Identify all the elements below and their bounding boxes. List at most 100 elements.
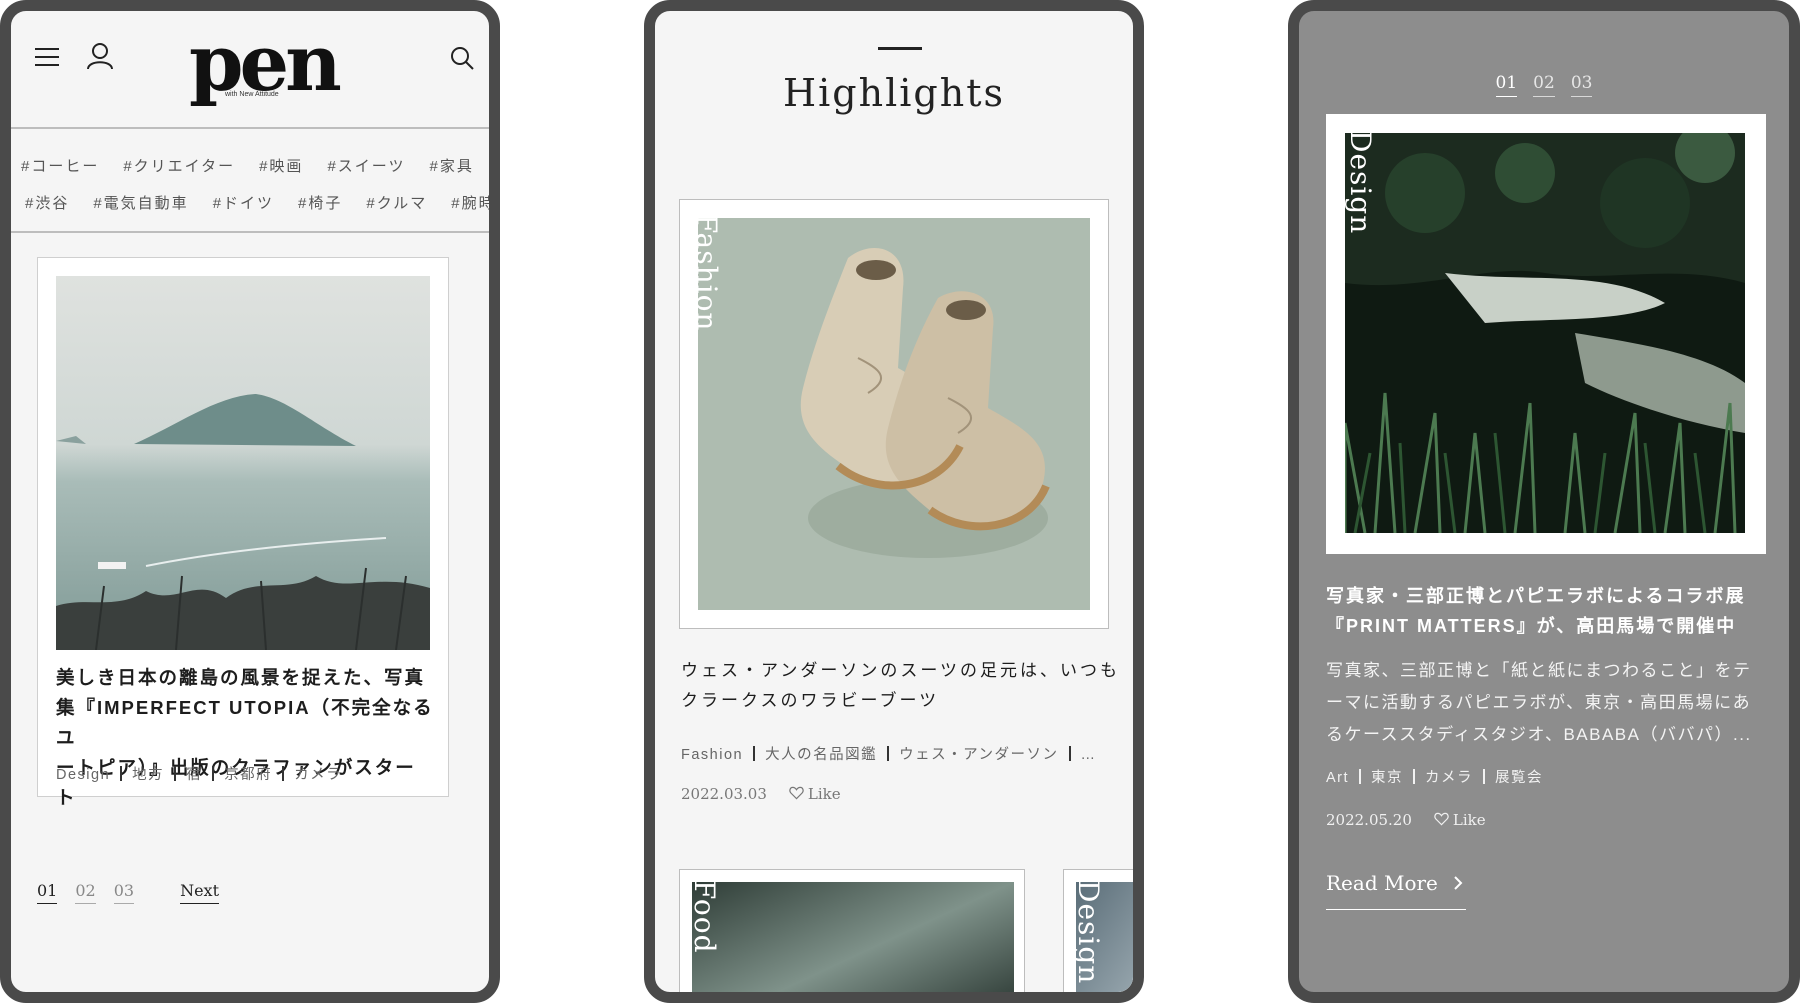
slide-link[interactable]: 01 <box>1495 73 1518 97</box>
article-tag[interactable]: 京都府 <box>224 767 272 783</box>
excerpt-line: るケーススタディスタジオ、BABABA（ババパ）... <box>1326 725 1752 744</box>
tag-link[interactable]: #椅子 <box>298 192 342 212</box>
slide-link[interactable]: 03 <box>1570 73 1593 97</box>
article-tag[interactable]: Design <box>56 767 110 783</box>
article-tag[interactable]: 宿 <box>186 767 202 783</box>
slide-title-line: 『PRINT MATTERS』が、高田馬場で開催中 <box>1326 616 1737 636</box>
chevron-right-icon <box>1454 876 1463 890</box>
read-more-button[interactable]: Read More <box>1326 871 1466 910</box>
user-account-icon[interactable] <box>85 41 115 71</box>
boots-photo[interactable] <box>698 218 1090 610</box>
heart-icon <box>1434 812 1449 826</box>
phone-screen-highlights: Highlights Fashion ウェス・アンダーソンのスーツの足元は、いつ… <box>644 0 1144 1003</box>
forest-photo[interactable] <box>1345 133 1745 533</box>
island-photo[interactable] <box>56 276 430 650</box>
more-tags[interactable]: … <box>1081 747 1097 763</box>
logo-tagline: with New Attitude <box>225 91 279 98</box>
tag-link[interactable]: #映画 <box>259 155 303 175</box>
highlight-tag[interactable]: 大人の名品図鑑 <box>765 747 877 763</box>
like-label: Like <box>1452 811 1486 829</box>
tag-separator <box>1413 769 1416 784</box>
highlight-card[interactable]: Fashion <box>679 199 1109 629</box>
page-link[interactable]: 01 <box>37 881 58 904</box>
section-title: Highlights <box>783 71 1005 115</box>
tag-link[interactable]: #コーヒー <box>21 155 99 175</box>
slide-tag[interactable]: Art <box>1326 770 1349 786</box>
highlight-tag[interactable]: ウェス・アンダーソン <box>899 747 1058 763</box>
tag-separator <box>1359 769 1362 784</box>
article-title-line: 美しき日本の離島の風景を捉えた、写真 <box>56 667 426 688</box>
slide-card[interactable]: Design <box>1326 114 1766 554</box>
tag-separator <box>753 746 756 761</box>
article-tag[interactable]: カメラ <box>294 767 342 783</box>
slide-tag[interactable]: 東京 <box>1371 770 1403 786</box>
article-tag[interactable]: 地方 <box>132 767 164 783</box>
tag-link[interactable]: #スイーツ <box>327 155 405 175</box>
category-label: Fashion <box>690 214 723 332</box>
food-card[interactable]: Food <box>679 869 1025 1003</box>
slide-link[interactable]: 02 <box>1533 73 1555 97</box>
pagination: 01 02 03 Next <box>37 881 237 904</box>
highlight-tag[interactable]: Fashion <box>681 747 743 763</box>
article-title[interactable]: 美しき日本の離島の風景を捉えた、写真 集『IMPERFECT UTOPIA（不完… <box>56 663 436 813</box>
category-label: Design <box>1072 880 1105 985</box>
hamburger-menu-icon[interactable] <box>35 47 61 67</box>
page-link[interactable]: 03 <box>113 881 135 904</box>
tag-separator <box>1068 746 1071 761</box>
highlight-title-line: ウェス・アンダーソンのスーツの足元は、いつも <box>681 661 1120 680</box>
header-divider <box>11 127 489 129</box>
slide-tags: Art 東京 カメラ 展覧会 <box>1326 766 1543 787</box>
tag-link[interactable]: #クルマ <box>366 192 427 212</box>
category-label: Design <box>1344 130 1377 235</box>
tag-separator <box>1483 769 1486 784</box>
like-button[interactable]: Like <box>789 785 841 803</box>
publish-date: 2022.03.03 <box>681 785 767 803</box>
like-label: Like <box>807 785 841 803</box>
tags-divider <box>11 231 489 233</box>
title-dash <box>878 47 922 50</box>
excerpt-line: ーマに活動するパピエラボが、東京・高田馬場にあ <box>1326 693 1752 712</box>
tag-row-1: #コーヒー #クリエイター #映画 #スイーツ #家具 <box>21 155 489 175</box>
highlight-tags: Fashion 大人の名品図鑑 ウェス・アンダーソン … <box>681 743 1097 764</box>
publish-date: 2022.05.20 <box>1326 811 1412 829</box>
phone-screen-home: pen with New Attitude #コーヒー #クリエイター #映画 #スイ… <box>0 0 500 1003</box>
site-header: pen with New Attitude <box>11 11 489 127</box>
article-card[interactable]: 美しき日本の離島の風景を捉えた、写真 集『IMPERFECT UTOPIA（不完… <box>37 257 449 808</box>
search-icon[interactable] <box>449 45 475 71</box>
highlight-meta: 2022.03.03 Like <box>681 785 841 803</box>
highlight-title[interactable]: ウェス・アンダーソンのスーツの足元は、いつも クラークスのワラビーブーツ <box>681 656 1121 716</box>
tag-separator <box>887 746 890 761</box>
phone-screen-article-slide: 01 02 03 Design 写真家・三部正博とパピエラボによるコラボ展 『PRI… <box>1288 0 1800 1003</box>
article-tags: Design 地方 宿 京都府 カメラ <box>56 763 342 784</box>
pen-logo[interactable]: pen with New Attitude <box>189 19 342 119</box>
category-label: Food <box>688 880 721 954</box>
tag-link[interactable]: #家具 <box>429 155 473 175</box>
tag-separator <box>282 766 285 781</box>
next-link[interactable]: Next <box>180 881 219 904</box>
slide-excerpt: 写真家、三部正博と「紙と紙にまつわること」をテ ーマに活動するパピエラボが、東京… <box>1326 655 1776 751</box>
tag-separator <box>212 766 215 781</box>
page-link[interactable]: 02 <box>75 881 96 904</box>
slide-tag[interactable]: 展覧会 <box>1495 770 1543 786</box>
highlight-title-line: クラークスのワラビーブーツ <box>681 691 940 710</box>
like-button[interactable]: Like <box>1434 811 1486 829</box>
tag-link[interactable]: #電気自動車 <box>93 192 188 212</box>
food-photo[interactable] <box>692 882 1014 1003</box>
tag-link[interactable]: #ドイツ <box>213 192 274 212</box>
slide-title[interactable]: 写真家・三部正博とパピエラボによるコラボ展 『PRINT MATTERS』が、高… <box>1326 581 1776 641</box>
slide-tag[interactable]: カメラ <box>1425 770 1473 786</box>
slide-title-line: 写真家・三部正博とパピエラボによるコラボ展 <box>1326 586 1746 606</box>
slide-meta: 2022.05.20 Like <box>1326 811 1486 829</box>
slide-pagination: 01 02 03 <box>1299 73 1789 97</box>
excerpt-line: 写真家、三部正博と「紙と紙にまつわること」をテ <box>1326 661 1752 680</box>
tag-separator <box>120 766 123 781</box>
heart-icon <box>789 786 804 800</box>
design-card[interactable]: Design <box>1063 869 1133 992</box>
tag-separator <box>174 766 177 781</box>
tag-link[interactable]: #渋谷 <box>25 192 69 212</box>
article-title-line: 集『IMPERFECT UTOPIA（不完全なるユ <box>56 697 434 748</box>
tag-link[interactable]: #腕時 <box>451 192 489 212</box>
tag-row-2: #渋谷 #電気自動車 #ドイツ #椅子 #クルマ #腕時 <box>25 192 489 212</box>
read-more-label: Read More <box>1326 871 1438 895</box>
tag-link[interactable]: #クリエイター <box>123 155 235 175</box>
